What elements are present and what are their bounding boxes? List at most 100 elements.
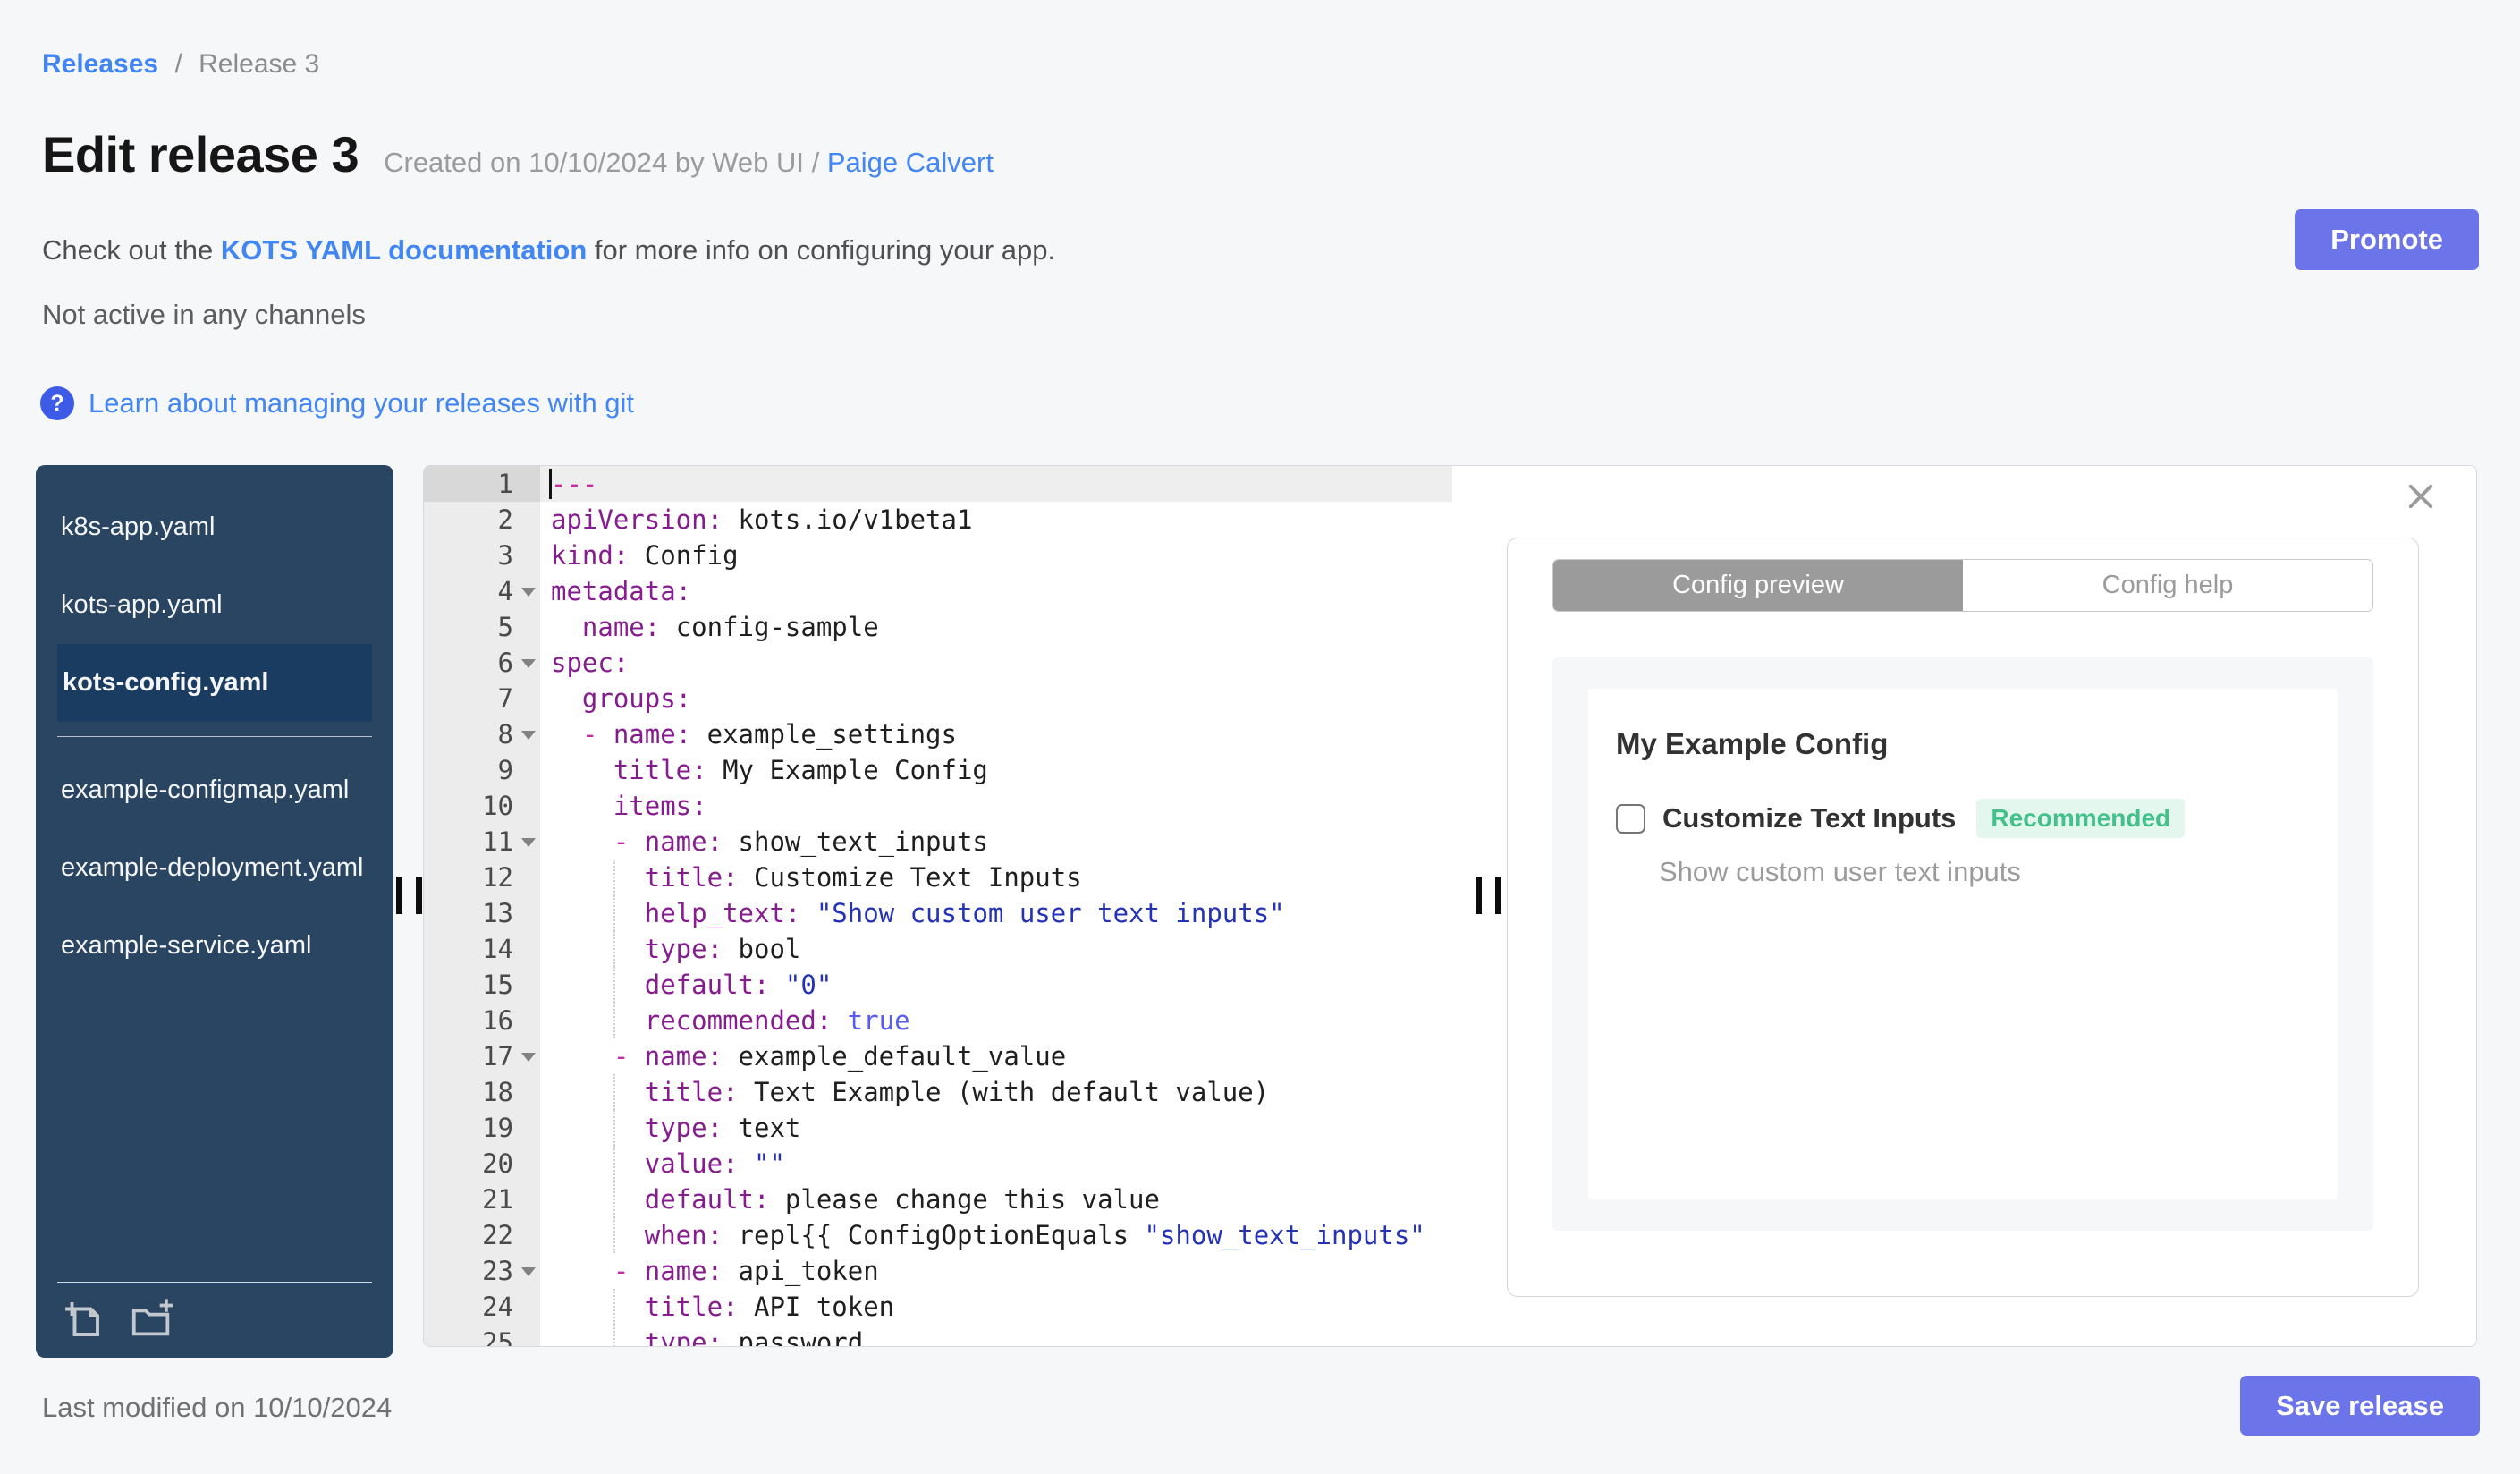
created-text: Created on 10/10/2024 by Web UI /: [384, 147, 820, 178]
code-text[interactable]: help_text: "Show custom user text inputs…: [540, 895, 1452, 931]
file-item[interactable]: example-deployment.yaml: [36, 829, 393, 907]
code-text[interactable]: value: "": [540, 1146, 1452, 1182]
line-number: 13: [424, 895, 540, 931]
code-text[interactable]: title: My Example Config: [540, 752, 1452, 788]
file-item[interactable]: k8s-app.yaml: [36, 488, 393, 566]
fold-arrow-icon[interactable]: [521, 588, 536, 597]
tab-config-preview[interactable]: Config preview: [1553, 560, 1963, 611]
last-modified-text: Last modified on 10/10/2024: [42, 1392, 393, 1423]
code-text[interactable]: apiVersion: kots.io/v1beta1: [540, 502, 1452, 538]
code-text[interactable]: default: "0": [540, 967, 1452, 1003]
sidebar-footer: [57, 1282, 372, 1358]
created-author-link[interactable]: Paige Calvert: [827, 147, 994, 178]
code-text[interactable]: type: password: [540, 1325, 1452, 1346]
editor-line[interactable]: 10 items:: [424, 788, 1452, 824]
editor-line[interactable]: 1 ---: [424, 466, 1452, 502]
add-folder-icon[interactable]: [129, 1297, 175, 1340]
code-text[interactable]: metadata:: [540, 573, 1452, 609]
line-number: 6: [424, 645, 540, 681]
config-item-label: Customize Text Inputs: [1662, 802, 1957, 834]
page-title: Edit release 3: [42, 126, 359, 182]
editor-line[interactable]: 3 kind: Config: [424, 538, 1452, 573]
editor-line[interactable]: 6 spec:: [424, 645, 1452, 681]
code-text[interactable]: type: bool: [540, 931, 1452, 967]
code-text[interactable]: name: config-sample: [540, 609, 1452, 645]
code-text[interactable]: ---: [540, 466, 1452, 502]
code-text[interactable]: recommended: true: [540, 1003, 1452, 1038]
fold-arrow-icon[interactable]: [521, 1053, 536, 1062]
code-text[interactable]: when: repl{{ ConfigOptionEquals "show_te…: [540, 1217, 1452, 1253]
code-text[interactable]: kind: Config: [540, 538, 1452, 573]
git-link-label[interactable]: Learn about managing your releases with …: [89, 387, 634, 419]
customize-text-inputs-checkbox[interactable]: [1616, 803, 1645, 834]
editor-line[interactable]: 18 title: Text Example (with default val…: [424, 1074, 1452, 1110]
editor-line[interactable]: 14 type: bool: [424, 931, 1452, 967]
fold-arrow-icon[interactable]: [521, 1267, 536, 1276]
line-number: 17: [424, 1038, 540, 1074]
code-text[interactable]: default: please change this value: [540, 1182, 1452, 1217]
tab-config-help[interactable]: Config help: [1963, 560, 2372, 611]
editor-line[interactable]: 24 title: API token: [424, 1289, 1452, 1325]
code-text[interactable]: title: Customize Text Inputs: [540, 860, 1452, 895]
fold-arrow-icon[interactable]: [521, 731, 536, 740]
code-text[interactable]: spec:: [540, 645, 1452, 681]
editor-line[interactable]: 5 name: config-sample: [424, 609, 1452, 645]
editor-line[interactable]: 4 metadata:: [424, 573, 1452, 609]
file-item[interactable]: example-configmap.yaml: [36, 751, 393, 829]
editor-line[interactable]: 11 - name: show_text_inputs: [424, 824, 1452, 860]
editor-line[interactable]: 17 - name: example_default_value: [424, 1038, 1452, 1074]
kots-docs-link[interactable]: KOTS YAML documentation: [221, 234, 587, 266]
editor-line[interactable]: 22 when: repl{{ ConfigOptionEquals "show…: [424, 1217, 1452, 1253]
title-row: Edit release 3 Created on 10/10/2024 by …: [42, 125, 994, 183]
line-number: 1: [424, 466, 540, 502]
editor-line[interactable]: 19 type: text: [424, 1110, 1452, 1146]
preview-tabbar: Config preview Config help: [1552, 559, 2373, 612]
file-item[interactable]: kots-app.yaml: [36, 566, 393, 644]
save-release-button[interactable]: Save release: [2240, 1376, 2480, 1436]
breadcrumb-releases-link[interactable]: Releases: [42, 49, 158, 79]
editor-line[interactable]: 21 default: please change this value: [424, 1182, 1452, 1217]
code-text[interactable]: - name: example_settings: [540, 716, 1452, 752]
editor-line[interactable]: 9 title: My Example Config: [424, 752, 1452, 788]
code-editor[interactable]: 1 --- 2 apiVersion: kots.io/v1beta1 3 kind: C…: [424, 466, 1452, 1346]
resize-bar: [1495, 877, 1501, 914]
file-sidebar: k8s-app.yaml kots-app.yaml kots-config.yam…: [36, 465, 393, 1358]
editor-line[interactable]: 16 recommended: true: [424, 1003, 1452, 1038]
close-icon[interactable]: [2405, 480, 2437, 513]
sidebar-resize-handle[interactable]: [396, 877, 422, 914]
editor-line[interactable]: 23 - name: api_token: [424, 1253, 1452, 1289]
code-text[interactable]: items:: [540, 788, 1452, 824]
code-text[interactable]: - name: example_default_value: [540, 1038, 1452, 1074]
promote-button[interactable]: Promote: [2295, 209, 2479, 270]
editor-line[interactable]: 2 apiVersion: kots.io/v1beta1: [424, 502, 1452, 538]
code-text[interactable]: - name: api_token: [540, 1253, 1452, 1289]
panel-resize-handle[interactable]: [1476, 877, 1501, 914]
code-text[interactable]: type: text: [540, 1110, 1452, 1146]
file-item[interactable]: example-service.yaml: [36, 907, 393, 985]
line-number: 21: [424, 1182, 540, 1217]
git-help-link[interactable]: ? Learn about managing your releases wit…: [40, 386, 634, 420]
breadcrumb-separator: /: [174, 49, 182, 79]
line-number: 23: [424, 1253, 540, 1289]
line-number: 9: [424, 752, 540, 788]
fold-arrow-icon[interactable]: [521, 659, 536, 668]
line-number: 18: [424, 1074, 540, 1110]
editor-line[interactable]: 15 default: "0": [424, 967, 1452, 1003]
editor-line[interactable]: 13 help_text: "Show custom user text inp…: [424, 895, 1452, 931]
fold-arrow-icon[interactable]: [521, 838, 536, 847]
editor-line[interactable]: 25 type: password: [424, 1325, 1452, 1346]
code-text[interactable]: - name: show_text_inputs: [540, 824, 1452, 860]
editor-line[interactable]: 7 groups:: [424, 681, 1452, 716]
editor-line[interactable]: 12 title: Customize Text Inputs: [424, 860, 1452, 895]
code-text[interactable]: groups:: [540, 681, 1452, 716]
add-file-icon[interactable]: [63, 1297, 106, 1340]
file-item[interactable]: kots-config.yaml: [57, 643, 372, 722]
editor-line[interactable]: 8 - name: example_settings: [424, 716, 1452, 752]
editor-line[interactable]: 20 value: "": [424, 1146, 1452, 1182]
line-number: 5: [424, 609, 540, 645]
code-text[interactable]: title: API token: [540, 1289, 1452, 1325]
line-number: 14: [424, 931, 540, 967]
line-number: 4: [424, 573, 540, 609]
code-text[interactable]: title: Text Example (with default value): [540, 1074, 1452, 1110]
line-number: 10: [424, 788, 540, 824]
